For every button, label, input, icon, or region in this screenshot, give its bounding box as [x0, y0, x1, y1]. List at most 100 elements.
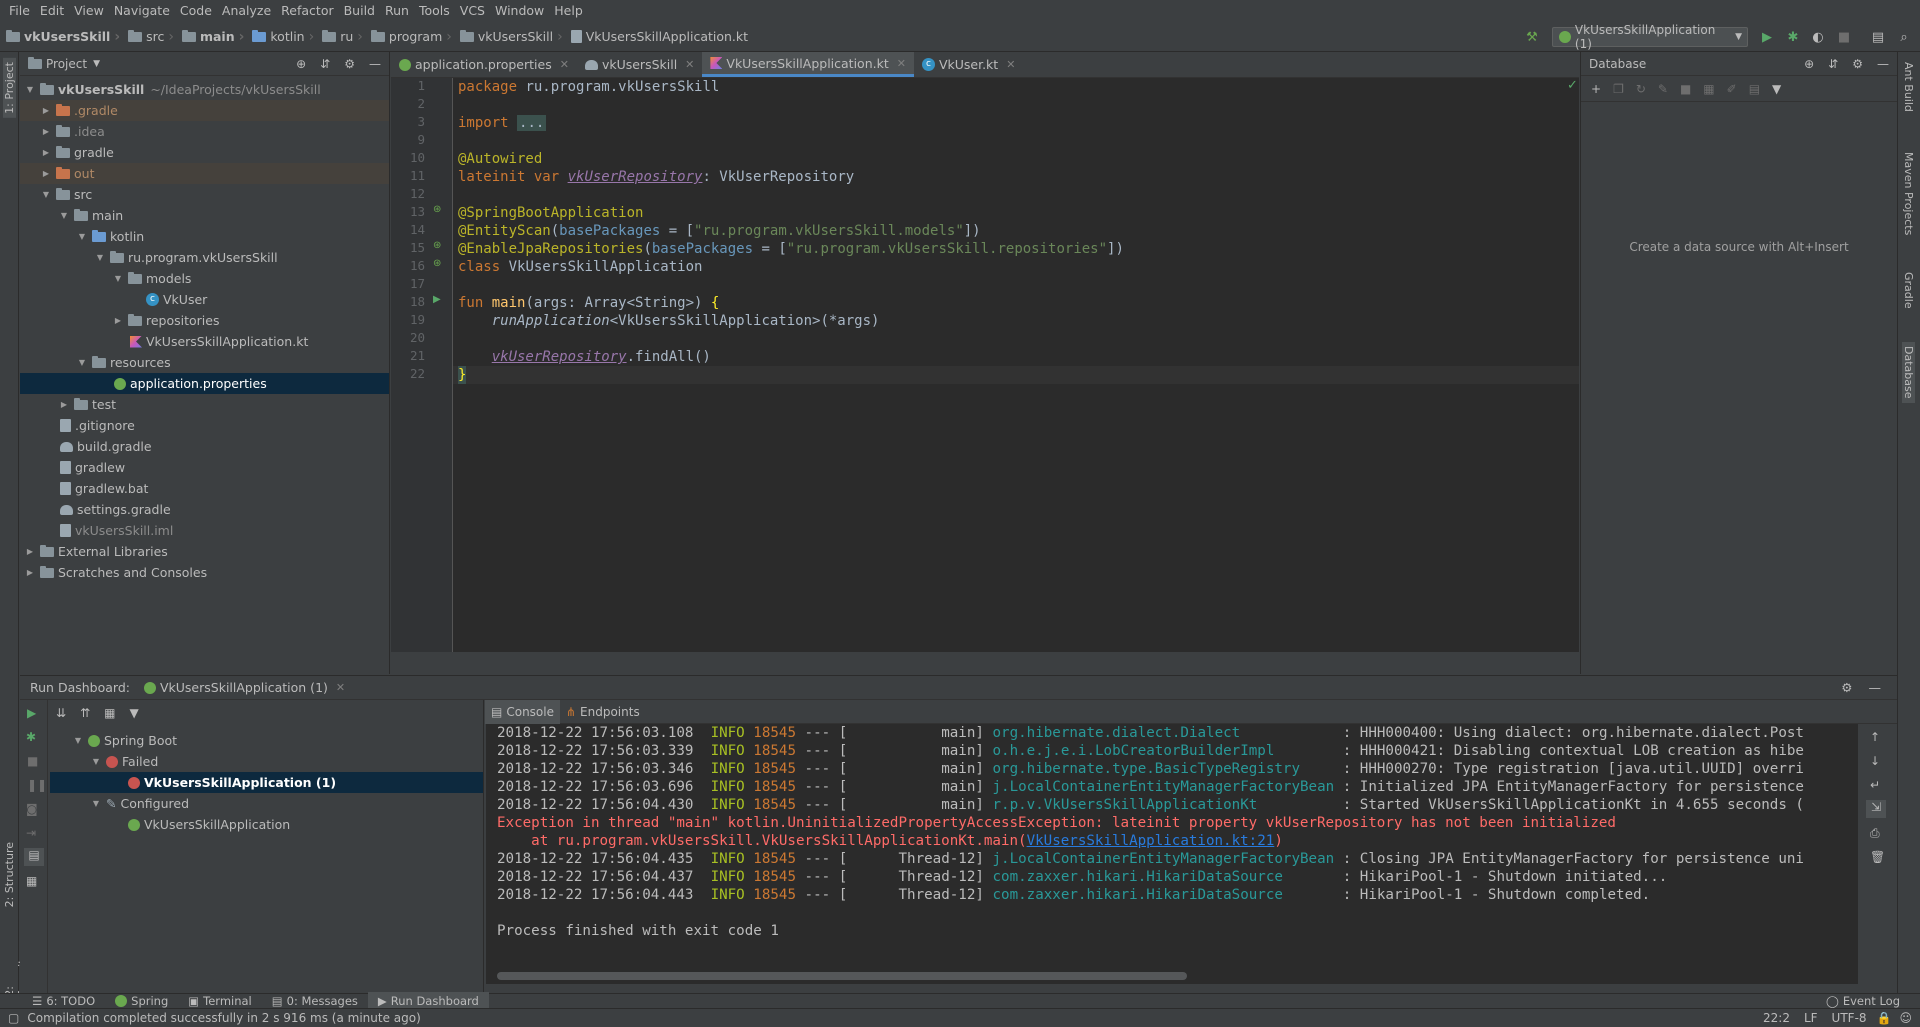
menu-vcs[interactable]: VCS	[455, 0, 490, 22]
tab-application-properties[interactable]: application.properties ✕	[391, 52, 577, 77]
tree-item-configured-app[interactable]: VkUsersSkillApplication	[50, 814, 483, 835]
console-icon[interactable]: ▤	[1749, 82, 1760, 96]
menu-view[interactable]: View	[69, 0, 109, 22]
status-toggle-icon[interactable]: ▢	[8, 1011, 19, 1025]
stop-icon[interactable]: ■	[1680, 82, 1691, 96]
collapse-all-icon[interactable]: ⇈	[80, 706, 90, 720]
close-icon[interactable]: ✕	[336, 681, 345, 694]
breadcrumb-ru[interactable]: ru ›	[322, 29, 369, 45]
chevron-down-icon[interactable]: ▼	[93, 59, 100, 69]
breadcrumb-kotlin[interactable]: kotlin ›	[252, 29, 320, 45]
tree-item-configured[interactable]: ▼ ✎ Configured	[50, 793, 483, 814]
tool-tab-project[interactable]: 1: Project	[3, 58, 16, 118]
tree-item-gitignore[interactable]: .gitignore	[20, 415, 389, 436]
tree-item-gradle-cache[interactable]: ▶ .gradle	[20, 100, 389, 121]
menu-analyze[interactable]: Analyze	[217, 0, 276, 22]
build-hammer-icon[interactable]: ⚒	[1524, 29, 1540, 45]
gear-icon[interactable]: ⚙	[344, 57, 355, 71]
hide-icon[interactable]: —	[369, 57, 381, 71]
run-icon[interactable]: ▶	[1759, 29, 1775, 45]
tool-tab-gradle[interactable]: Gradle	[1902, 272, 1915, 309]
edit-icon[interactable]: ✎	[1658, 82, 1668, 96]
scroll-from-source-icon[interactable]: ⊕	[296, 57, 306, 71]
tab-endpoints[interactable]: ⋔ Endpoints	[560, 700, 646, 724]
menu-help[interactable]: Help	[549, 0, 588, 22]
menu-code[interactable]: Code	[175, 0, 217, 22]
code-editor[interactable]: package ru.program.vkUsersSkill import .…	[453, 78, 1579, 652]
tab-vkusersskill[interactable]: vkUsersSkill ✕	[577, 52, 702, 77]
run-config-select[interactable]: VkUsersSkillApplication (1) ▼	[1552, 23, 1748, 51]
refresh-icon[interactable]: ↻	[1636, 82, 1646, 96]
tree-item-external-libraries[interactable]: ▶ External Libraries	[20, 541, 389, 562]
print-icon[interactable]: ⎙	[1870, 826, 1880, 841]
breadcrumb-src[interactable]: src ›	[128, 29, 180, 45]
tool-tab-maven[interactable]: Maven Projects	[1902, 152, 1915, 235]
tree-item-application-properties[interactable]: application.properties	[20, 373, 389, 394]
scroll-to-end-icon[interactable]: ⇲	[1866, 800, 1886, 818]
close-icon[interactable]: ✕	[897, 57, 906, 70]
up-arrow-icon[interactable]: ↑	[1870, 730, 1880, 744]
soft-wrap-icon[interactable]: ↵	[1870, 778, 1880, 792]
breadcrumb-project[interactable]: vkUsersSkill ›	[6, 29, 126, 45]
filter-icon[interactable]: ▼	[1772, 82, 1781, 96]
debug-icon[interactable]: ✱	[1785, 29, 1801, 45]
tree-item-gradlew[interactable]: gradlew	[20, 457, 389, 478]
folded-imports[interactable]: ...	[517, 115, 547, 131]
menu-window[interactable]: Window	[490, 0, 549, 22]
caret-position[interactable]: 22:2	[1763, 1011, 1790, 1025]
pencil-icon[interactable]: ✐	[1727, 82, 1737, 96]
tree-item-idea[interactable]: ▶ .idea	[20, 121, 389, 142]
hide-icon[interactable]: —	[1869, 680, 1882, 695]
tree-item-scratches[interactable]: ▶ Scratches and Consoles	[20, 562, 389, 583]
tab-console[interactable]: ▤ Console	[485, 699, 560, 724]
coverage-icon[interactable]: ◐	[1810, 29, 1826, 45]
inspection-ok-icon[interactable]: ✓	[1567, 78, 1578, 93]
camera-icon[interactable]: ◙	[26, 802, 38, 816]
tree-item-iml[interactable]: vkUsersSkill.iml	[20, 520, 389, 541]
down-arrow-icon[interactable]: ↓	[1870, 754, 1880, 768]
run-icon[interactable]: ▶	[27, 706, 36, 720]
copy-icon[interactable]: ❐	[1613, 82, 1624, 96]
tab-app-kt[interactable]: VkUsersSkillApplication.kt ✕	[702, 52, 914, 77]
tree-item-failed[interactable]: ▼ Failed	[50, 751, 483, 772]
tree-item-repositories[interactable]: ▶ repositories	[20, 310, 389, 331]
stop-icon[interactable]: ■	[1836, 29, 1852, 45]
tool-tab-ant-build[interactable]: Ant Build	[1902, 62, 1915, 112]
spring-bean-gutter-icon[interactable]: ⊛	[433, 204, 441, 215]
tree-item-package[interactable]: ▼ ru.program.vkUsersSkill	[20, 247, 389, 268]
console-output[interactable]: 2018-12-22 17:56:03.108 INFO 18545 --- […	[486, 724, 1858, 984]
gear-icon[interactable]: ⚙	[1841, 680, 1852, 695]
tree-item-test[interactable]: ▶ test	[20, 394, 389, 415]
tree-item-vkuser[interactable]: c VkUser	[20, 289, 389, 310]
tree-item-main[interactable]: ▼ main	[20, 205, 389, 226]
project-structure-icon[interactable]: ▤	[1870, 29, 1886, 45]
run-dashboard-config-tab[interactable]: VkUsersSkillApplication (1) ✕	[143, 680, 345, 695]
trash-icon[interactable]: 🗑	[1870, 850, 1885, 864]
breadcrumb-package[interactable]: vkUsersSkill ›	[459, 29, 569, 45]
tree-item-src[interactable]: ▼ src	[20, 184, 389, 205]
add-icon[interactable]: +	[1591, 82, 1601, 96]
project-panel-title[interactable]: Project	[46, 57, 87, 71]
menu-navigate[interactable]: Navigate	[109, 0, 175, 22]
menu-build[interactable]: Build	[339, 0, 380, 22]
tab-vkuser-kt[interactable]: c VkUser.kt ✕	[914, 52, 1023, 77]
status-message[interactable]: Compilation completed successfully in 2 …	[27, 1011, 420, 1025]
tree-item-settings-gradle[interactable]: settings.gradle	[20, 499, 389, 520]
line-separator[interactable]: LF	[1804, 1011, 1818, 1025]
menu-file[interactable]: File	[4, 0, 35, 22]
layout-icon[interactable]: ▤	[24, 848, 44, 866]
search-icon[interactable]: ⌕	[1896, 29, 1912, 45]
tree-item-build-gradle[interactable]: build.gradle	[20, 436, 389, 457]
stacktrace-link[interactable]: VkUsersSkillApplication.kt:21	[1027, 833, 1275, 849]
inspector-icon[interactable]: ☺	[1899, 1011, 1912, 1025]
tree-item-spring-boot[interactable]: ▼ Spring Boot	[50, 730, 483, 751]
run-gutter-icon[interactable]: ▶	[433, 294, 441, 305]
login-icon[interactable]: ⇥	[26, 826, 36, 840]
menu-edit[interactable]: Edit	[35, 0, 69, 22]
close-icon[interactable]: ✕	[1006, 58, 1015, 71]
expand-all-icon[interactable]: ⇊	[56, 706, 66, 720]
pause-icon[interactable]: ❚❚	[27, 778, 47, 792]
tree-item-root[interactable]: ▼ vkUsersSkill ~/IdeaProjects/vkUsersSkill	[20, 79, 389, 100]
horizontal-scrollbar[interactable]	[497, 972, 1187, 980]
tree-item-failed-app[interactable]: VkUsersSkillApplication (1)	[50, 772, 483, 793]
